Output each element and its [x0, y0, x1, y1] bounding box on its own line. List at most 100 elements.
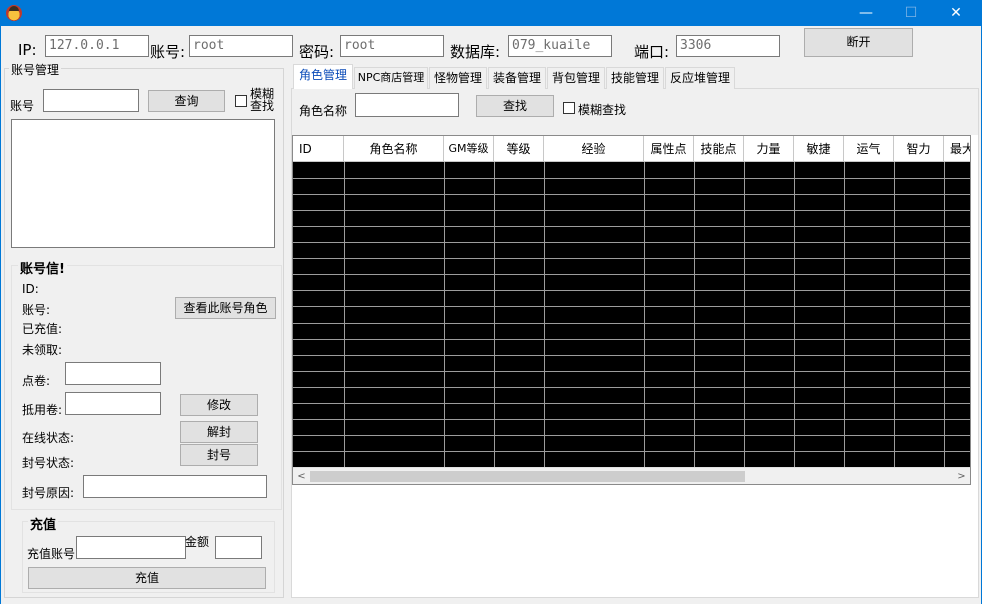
grid-row-separator [293, 403, 970, 404]
amount-input[interactable] [215, 536, 262, 559]
grid-column-separator [344, 162, 345, 467]
grid-row-separator [293, 210, 970, 211]
grid-row-separator [293, 419, 970, 420]
grid-row-separator [293, 306, 970, 307]
grid-row-separator [293, 435, 970, 436]
column-header-id[interactable]: ID [293, 136, 344, 162]
grid-row-separator [293, 371, 970, 372]
points-label: 点卷: [22, 374, 51, 388]
role-data-grid[interactable]: ID 角色名称 GM等级 等级 经验 属性点 技能点 力量 敏捷 运气 智力 最… [292, 135, 971, 485]
column-header-dex[interactable]: 敏捷 [794, 136, 844, 162]
column-header-attr-points[interactable]: 属性点 [644, 136, 694, 162]
ip-field[interactable]: 127.0.0.1 [45, 35, 149, 57]
grid-column-separator [444, 162, 445, 467]
grid-row-separator [293, 355, 970, 356]
scroll-right-arrow-icon[interactable]: > [953, 468, 970, 484]
role-name-label: 角色名称 [299, 104, 348, 118]
column-header-luk[interactable]: 运气 [844, 136, 894, 162]
fuzzy-search-label: 模糊 查找 [250, 87, 275, 113]
tab-skill-management[interactable]: 技能管理 [606, 67, 664, 89]
scroll-thumb[interactable] [310, 471, 745, 482]
column-header-int[interactable]: 智力 [894, 136, 944, 162]
ip-label: IP: [18, 41, 37, 59]
grid-column-separator [944, 162, 945, 467]
account-info-title: 账号信! [18, 258, 67, 277]
disconnect-button[interactable]: 断开 [804, 28, 913, 57]
column-header-exp[interactable]: 经验 [544, 136, 644, 162]
tab-npc-shop-management[interactable]: NPC商店管理 [354, 67, 428, 89]
column-header-skill-points[interactable]: 技能点 [694, 136, 744, 162]
view-roles-button[interactable]: 查看此账号角色 [175, 297, 276, 319]
port-label: 端口: [634, 43, 670, 61]
password-field[interactable]: root [340, 35, 444, 57]
column-header-role-name[interactable]: 角色名称 [344, 136, 444, 162]
ban-status-label: 封号状态: [22, 456, 75, 470]
grid-row-separator [293, 226, 970, 227]
account-name-label: 账号: [22, 303, 51, 317]
close-button[interactable]: ✕ [933, 0, 979, 26]
recharge-title: 充值 [28, 514, 59, 533]
role-name-input[interactable] [355, 93, 459, 117]
minimize-button[interactable]: — [843, 0, 889, 26]
online-status-label: 在线状态: [22, 431, 75, 445]
user-label: 账号: [150, 43, 186, 61]
grid-row-separator [293, 274, 970, 275]
tab-role-management[interactable]: 角色管理 [293, 64, 353, 89]
grid-body[interactable] [293, 162, 970, 467]
grid-column-separator [894, 162, 895, 467]
unclaimed-label: 未领取: [22, 343, 63, 357]
tab-inventory-management[interactable]: 背包管理 [547, 67, 605, 89]
modify-button[interactable]: 修改 [180, 394, 258, 416]
grid-column-separator [494, 162, 495, 467]
horizontal-scrollbar[interactable]: < > [293, 467, 970, 484]
grid-row-separator [293, 194, 970, 195]
port-field[interactable]: 3306 [676, 35, 780, 57]
grid-row-separator [293, 242, 970, 243]
scroll-left-arrow-icon[interactable]: < [293, 468, 310, 484]
ban-reason-label: 封号原因: [22, 486, 75, 500]
recharge-account-label: 充值账号 [27, 547, 76, 561]
role-fuzzy-checkbox[interactable] [563, 102, 575, 114]
grid-column-separator [544, 162, 545, 467]
grid-column-separator [744, 162, 745, 467]
column-header-level[interactable]: 等级 [494, 136, 544, 162]
grid-row-separator [293, 178, 970, 179]
unban-button[interactable]: 解封 [180, 421, 258, 443]
recharge-button[interactable]: 充值 [28, 567, 266, 589]
grid-row-separator [293, 451, 970, 452]
ban-reason-input[interactable] [83, 475, 267, 498]
tab-reactor-management[interactable]: 反应堆管理 [665, 67, 735, 89]
find-button[interactable]: 查找 [476, 95, 554, 117]
ban-button[interactable]: 封号 [180, 444, 258, 466]
id-label: ID: [22, 282, 39, 296]
voucher-label: 抵用卷: [22, 403, 63, 417]
recharged-label: 已充值: [22, 322, 63, 336]
account-label: 账号 [10, 99, 35, 113]
password-label: 密码: [299, 43, 335, 61]
column-header-gm-level[interactable]: GM等级 [444, 136, 494, 162]
fuzzy-search-checkbox[interactable] [235, 95, 247, 107]
tab-monster-management[interactable]: 怪物管理 [429, 67, 487, 89]
grid-row-separator [293, 323, 970, 324]
maximize-button[interactable]: ☐ [888, 0, 934, 26]
grid-row-separator [293, 339, 970, 340]
account-list[interactable] [11, 119, 275, 248]
user-field[interactable]: root [189, 35, 293, 57]
amount-label: 金额 [185, 535, 210, 549]
recharge-account-input[interactable] [76, 536, 186, 559]
query-button[interactable]: 查询 [148, 90, 225, 112]
grid-column-separator [794, 162, 795, 467]
role-fuzzy-label: 模糊查找 [578, 103, 627, 117]
app-icon [6, 5, 22, 21]
voucher-input[interactable] [65, 392, 161, 415]
column-header-str[interactable]: 力量 [744, 136, 794, 162]
account-search-input[interactable] [43, 89, 139, 112]
tab-equipment-management[interactable]: 装备管理 [488, 67, 546, 89]
grid-row-separator [293, 290, 970, 291]
title-bar [0, 0, 982, 26]
points-input[interactable] [65, 362, 161, 385]
column-header-max[interactable]: 最大 [944, 136, 970, 162]
grid-row-separator [293, 387, 970, 388]
account-group-title: 账号管理 [9, 61, 62, 78]
database-field[interactable]: 079_kuaile [508, 35, 612, 57]
